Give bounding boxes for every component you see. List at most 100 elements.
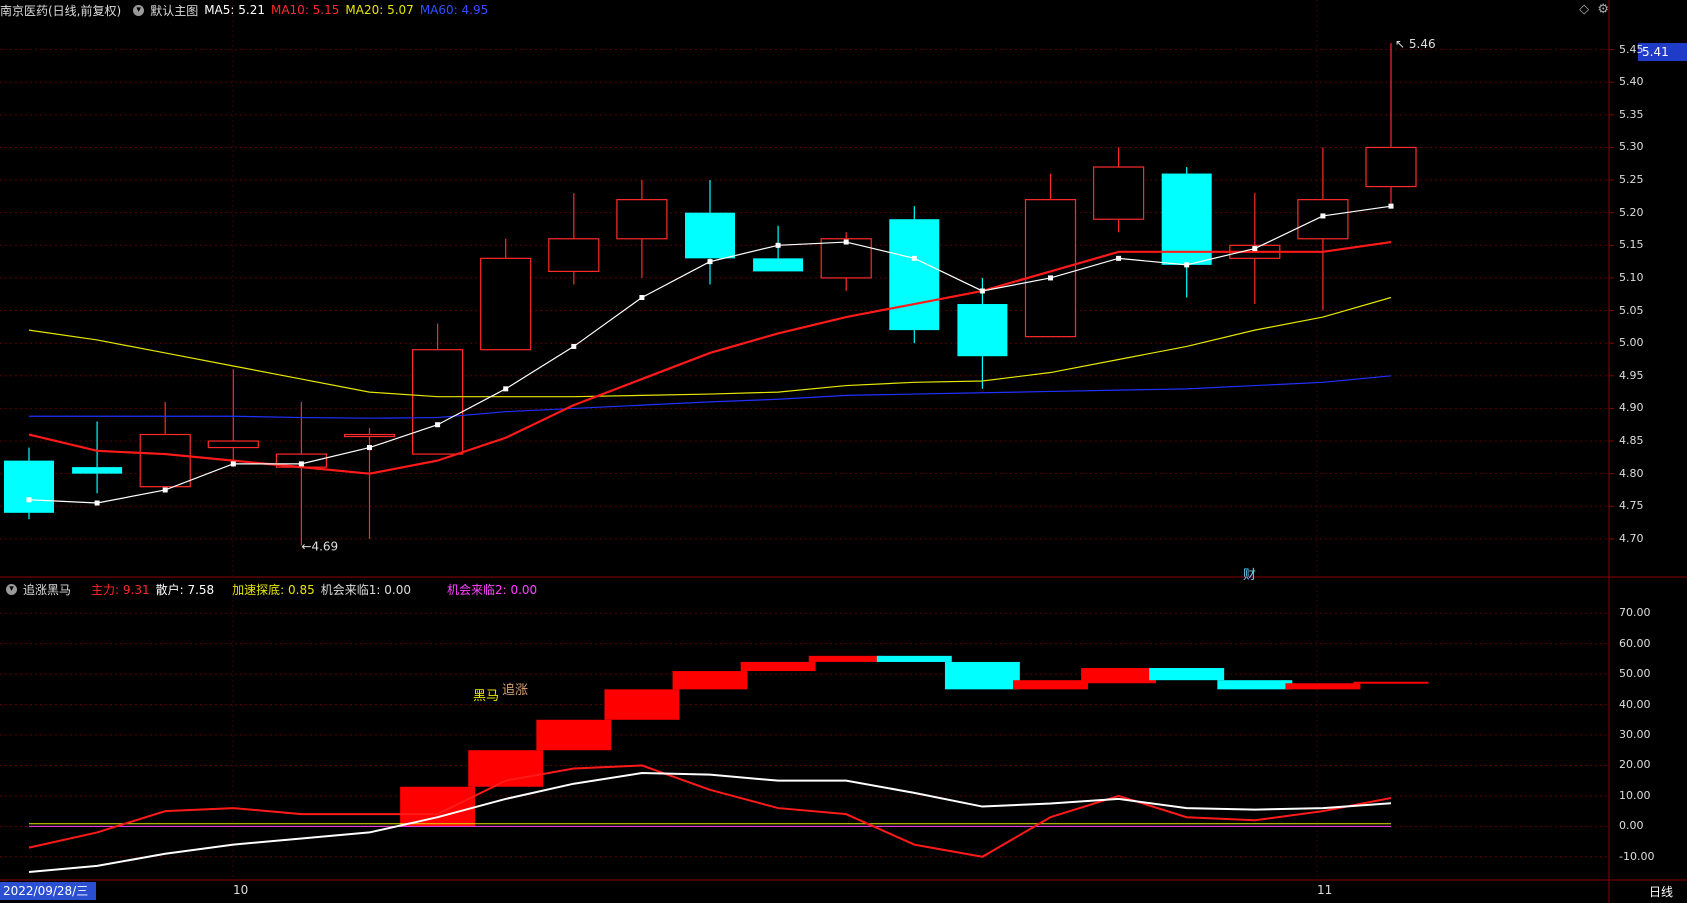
ma5-line-point <box>1048 275 1053 281</box>
indicator-tick: 20.00 <box>1619 758 1651 772</box>
candle-up <box>616 199 668 240</box>
candle-up <box>139 433 191 488</box>
stock-title[interactable]: 南京医药(日线,前复权) <box>0 2 121 19</box>
x-tick-oct: 10 <box>233 883 249 897</box>
candle-down <box>889 219 940 331</box>
heima-block <box>944 661 1020 690</box>
price-tick: 5.05 <box>1619 303 1644 317</box>
price-tick: 5.10 <box>1619 270 1644 284</box>
heima-block <box>604 689 680 720</box>
indicator-tick: -10.00 <box>1619 849 1655 863</box>
ma5-line-point <box>979 288 985 294</box>
ma5-line-point <box>707 259 713 265</box>
ma5-line-point <box>843 239 849 245</box>
ma5-line-point <box>571 343 577 349</box>
jihui2-label: 机会来临2: 0.00 <box>446 582 538 597</box>
sanhu-label: 散户: 7.58 <box>155 582 215 597</box>
ma5-line-point <box>775 242 781 248</box>
heima-block <box>1149 668 1225 681</box>
ma5-line-point <box>435 422 441 428</box>
ma10-label: MA10: 5.15 <box>270 3 340 17</box>
indicator-name[interactable]: 默认主图 <box>150 2 198 19</box>
heima-block <box>400 786 476 827</box>
candle-down <box>753 258 804 272</box>
ma5-line-point <box>298 461 304 467</box>
heima-block <box>740 661 816 672</box>
candle-up <box>480 257 532 351</box>
ma5-line-point <box>1320 213 1326 219</box>
indicator-tick: 0.00 <box>1619 819 1644 833</box>
indicator-tick: 60.00 <box>1619 636 1651 650</box>
low-price-label: ←4.69 <box>301 539 338 553</box>
indicator-pane: 黑马 追涨 <box>28 655 1429 873</box>
date-cursor: 2022/09/28/三 <box>0 882 96 900</box>
ma5-line-point <box>367 445 372 451</box>
price-tick: 4.80 <box>1619 466 1644 480</box>
period-label[interactable]: 日线 <box>1649 883 1673 900</box>
ma5-line-point <box>639 295 645 300</box>
heima-block <box>1081 668 1157 684</box>
indicator-tick: 10.00 <box>1619 788 1651 802</box>
price-tick: 5.25 <box>1619 173 1644 187</box>
ma5-line-point <box>230 461 236 467</box>
ma60-label: MA60: 4.95 <box>419 3 489 17</box>
heima-block <box>1353 681 1429 684</box>
heima-block <box>1217 680 1293 690</box>
price-tick: 5.45 <box>1619 42 1644 56</box>
indicator-title[interactable]: 追涨黑马 <box>23 581 71 598</box>
settings-icon[interactable]: ◇ ⚙ <box>1579 2 1609 17</box>
indicator-tick: 40.00 <box>1619 697 1651 711</box>
ma5-line-point <box>1388 203 1394 209</box>
candle-up <box>207 440 259 449</box>
indicator-tick: 30.00 <box>1619 728 1651 741</box>
heima-block <box>1013 680 1088 690</box>
candle-up <box>548 238 600 273</box>
candle-up <box>1024 199 1077 338</box>
price-tick: 4.75 <box>1619 499 1644 513</box>
candle-down <box>957 304 1008 357</box>
ma5-line-point <box>94 500 100 506</box>
jihui1-label: 机会来临1: 0.00 <box>320 582 411 597</box>
ma20-label: MA20: 5.07 <box>345 3 414 17</box>
candle-up <box>1092 166 1145 220</box>
main-chart-header: 南京医药(日线,前复权) ▾ 默认主图 MA5: 5.21 MA10: 5.15… <box>0 1 494 19</box>
high-price-label: ↖ 5.46 <box>1395 37 1436 51</box>
heima-label: 黑马 <box>473 689 499 704</box>
price-tick: 4.70 <box>1619 531 1644 545</box>
heima-block <box>536 719 612 751</box>
indicator-header: ▾ 追涨黑马 主力: 9.31 散户: 7.58 加速探底: 0.85 机会来临… <box>0 580 543 598</box>
candle-up <box>343 433 396 438</box>
chart-canvas: ↖ 5.46 ←4.69 黑马 追涨 <box>0 0 1687 903</box>
ma5-line-point <box>26 497 32 503</box>
candle-up <box>1297 199 1349 240</box>
price-tick: 4.95 <box>1619 368 1644 382</box>
heima-block <box>672 671 748 690</box>
ma5-line-point <box>162 487 168 493</box>
candle-down <box>72 467 123 474</box>
candle-up <box>1365 146 1417 188</box>
candle-down <box>685 212 735 259</box>
finance-marker[interactable]: 财 <box>1243 564 1256 583</box>
price-tick: 5.40 <box>1619 75 1644 89</box>
candle-up <box>820 238 872 279</box>
price-tick: 4.90 <box>1619 401 1644 415</box>
heima-block <box>808 655 884 662</box>
dropdown-icon[interactable]: ▾ <box>133 4 145 16</box>
zhuizhang-label: 追涨 <box>502 682 528 698</box>
jiasu-label: 加速探底: 0.85 <box>232 582 315 597</box>
price-tick: 5.00 <box>1619 336 1644 350</box>
price-tick: 5.20 <box>1619 205 1644 219</box>
ma5-line-point <box>1252 246 1258 252</box>
candle-down <box>4 460 54 513</box>
candle-up <box>412 349 464 455</box>
zhuli-label: 主力: 9.31 <box>91 582 150 597</box>
current-price-box: 5.41 <box>1638 43 1687 61</box>
ma5-line-point <box>1116 255 1122 261</box>
indicator-tick: 70.00 <box>1619 606 1651 620</box>
indicator-dropdown-icon[interactable]: ▾ <box>6 583 17 595</box>
price-tick: 5.15 <box>1619 238 1644 252</box>
ma5-line-point <box>1184 262 1190 268</box>
ma5-line-point <box>503 386 509 392</box>
ma5-line-point <box>911 255 917 261</box>
price-tick: 4.85 <box>1619 434 1644 448</box>
